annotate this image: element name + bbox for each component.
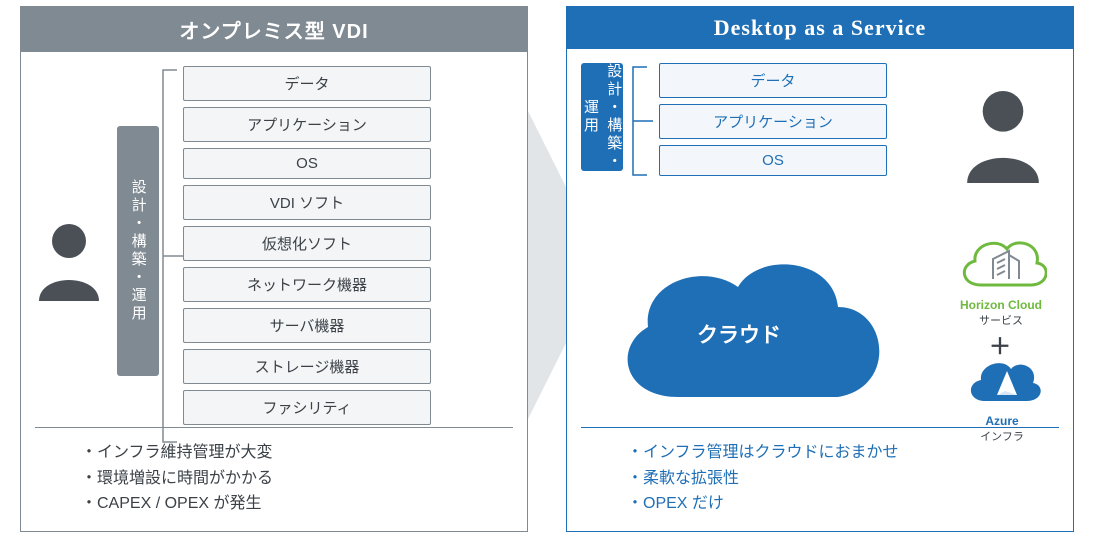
layer-item: ネットワーク機器 — [183, 267, 431, 302]
layer-item: ストレージ機器 — [183, 349, 431, 384]
bullet: ・CAPEX / OPEX が発生 — [81, 491, 513, 517]
layer-item: アプリケーション — [659, 104, 887, 139]
panel-title-daas: Desktop as a Service — [567, 7, 1073, 49]
footer-onprem: ・インフラ維持管理が大変 ・環境増設に時間がかかる ・CAPEX / OPEX … — [35, 427, 513, 517]
horizon-cloud-icon: Horizon Cloud サービス — [955, 231, 1047, 328]
bullet: ・環境増設に時間がかかる — [81, 466, 513, 492]
bullet: ・柔軟な拡張性 — [627, 466, 1059, 492]
layer-item: アプリケーション — [183, 107, 431, 142]
azure-name: Azure — [963, 414, 1041, 428]
horizon-sub: サービス — [955, 312, 1047, 328]
footer-daas: ・インフラ管理はクラウドにおまかせ ・柔軟な拡張性 ・OPEX だけ — [581, 427, 1059, 517]
scope-tag-left: 設計・構築・運用 — [117, 126, 159, 376]
scope-tag-right: 設計・構築・運用 — [581, 63, 623, 171]
user-icon — [21, 66, 117, 454]
layer-item: サーバ機器 — [183, 308, 431, 343]
panel-title-onprem: オンプレミス型 VDI — [21, 7, 527, 52]
bullet: ・OPEX だけ — [627, 491, 1059, 517]
layer-item: ファシリティ — [183, 390, 431, 425]
layer-item: 仮想化ソフト — [183, 226, 431, 261]
layer-item: OS — [659, 145, 887, 176]
layer-item: データ — [183, 66, 431, 101]
bullet: ・インフラ管理はクラウドにおまかせ — [627, 440, 1059, 466]
layer-item: OS — [183, 148, 431, 179]
horizon-name: Horizon Cloud — [955, 298, 1047, 312]
layer-item: データ — [659, 63, 887, 98]
layer-item: VDI ソフト — [183, 185, 431, 220]
bullet: ・インフラ維持管理が大変 — [81, 440, 513, 466]
cloud-label: クラウド — [697, 319, 781, 349]
user-icon — [959, 85, 1047, 188]
layer-stack-left: データ アプリケーション OS VDI ソフト 仮想化ソフト ネットワーク機器 … — [183, 66, 527, 454]
panel-onprem: オンプレミス型 VDI 設計・構築・運用 データ アプリケーション OS VDI… — [20, 6, 528, 532]
panel-daas: Desktop as a Service 設計・構築・運用 データ アプリケーシ… — [566, 6, 1074, 532]
